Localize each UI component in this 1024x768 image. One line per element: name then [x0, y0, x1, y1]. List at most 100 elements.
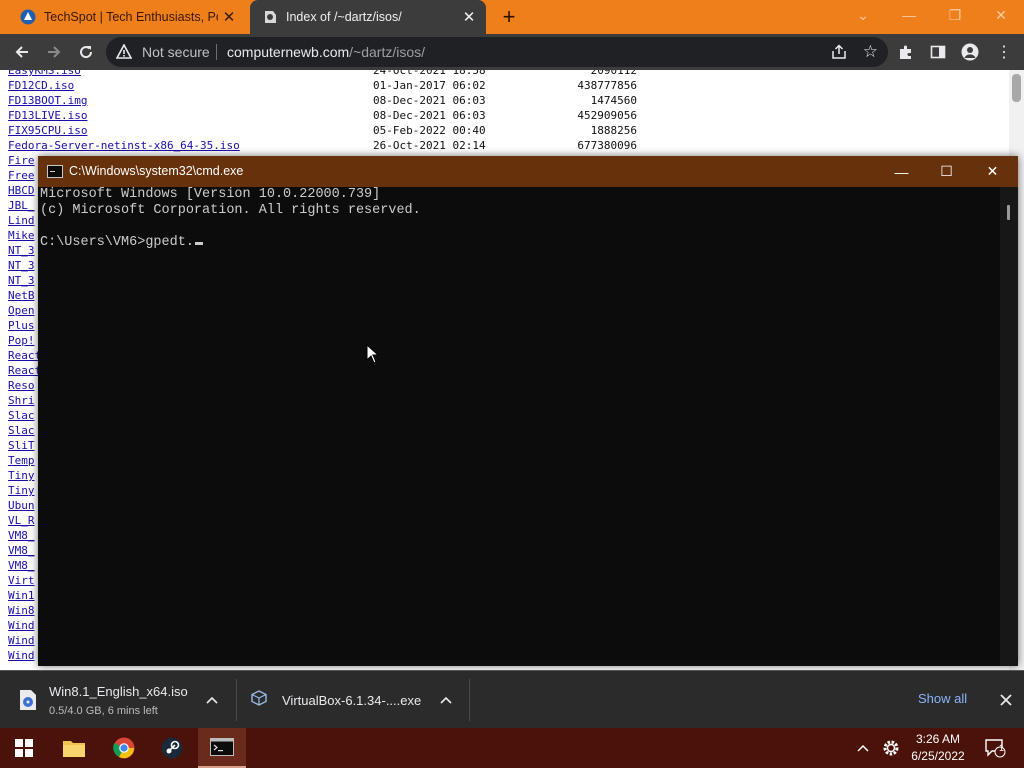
tab-index-of-isos[interactable]: Index of /~dartz/isos/ ✕ [250, 0, 486, 34]
file-link[interactable]: Plus [8, 319, 35, 332]
file-link[interactable]: FD12CD.iso [8, 79, 74, 92]
file-link[interactable]: Mike [8, 229, 35, 242]
back-arrow-icon[interactable] [8, 38, 36, 66]
file-link[interactable]: NT_3 [8, 244, 35, 257]
warning-icon[interactable] [115, 43, 133, 65]
settings-gear-icon[interactable] [876, 728, 906, 768]
file-link[interactable]: FD13LIVE.iso [8, 109, 87, 122]
chrome-menu-icon[interactable]: ⋮ [990, 38, 1018, 66]
close-window-icon[interactable]: ✕ [978, 0, 1024, 30]
file-link[interactable]: Wind [8, 619, 35, 632]
extensions-puzzle-icon[interactable] [892, 38, 920, 66]
show-all-link[interactable]: Show all [918, 691, 967, 706]
minimize-icon[interactable]: — [886, 0, 932, 30]
file-link[interactable]: Virt [8, 574, 35, 587]
close-downloads-icon[interactable] [996, 690, 1016, 710]
file-link[interactable]: Slac [8, 424, 35, 437]
tab-close-icon[interactable]: ✕ [218, 6, 240, 28]
cmd-close-icon[interactable]: ✕ [970, 156, 1015, 187]
address-bar[interactable]: Not secure computernewb.com/~dartz/isos/… [106, 37, 888, 67]
tab-search-chevron-icon[interactable]: ⌄ [840, 0, 886, 30]
listing-row: Win8 [8, 603, 35, 618]
scrollbar-thumb[interactable] [1012, 74, 1021, 102]
file-link[interactable]: Fedora-Server-netinst-x86_64-35.iso [8, 139, 240, 152]
file-link[interactable]: Win1 [8, 589, 35, 602]
bookmark-star-icon[interactable]: ☆ [863, 42, 878, 62]
download-filename: VirtualBox-6.1.34-....exe [282, 693, 422, 708]
listing-row: VM8_ [8, 528, 35, 543]
share-icon[interactable] [830, 43, 848, 66]
url-text[interactable]: computernewb.com/~dartz/isos/ [227, 44, 425, 60]
file-link[interactable]: Tiny [8, 469, 35, 482]
notifications-icon[interactable]: 1 [978, 728, 1012, 768]
listing-row: Pop! [8, 333, 35, 348]
restore-icon[interactable]: ❐ [932, 0, 978, 30]
computernewb-favicon-icon [262, 9, 278, 25]
file-link[interactable]: Pop! [8, 334, 35, 347]
cmd-window[interactable]: C:\Windows\system32\cmd.exe — ☐ ✕ Micros… [38, 156, 1018, 666]
tab-close-icon[interactable]: ✕ [458, 6, 480, 28]
file-link[interactable]: Wind [8, 634, 35, 647]
start-icon[interactable] [0, 728, 48, 768]
file-link[interactable]: Lind [8, 214, 35, 227]
file-link[interactable]: Temp [8, 454, 35, 467]
file-link[interactable]: VM8_ [8, 544, 35, 557]
listing-row: NetB [8, 288, 35, 303]
listing-row: EasyKMS.iso 24-Oct-2021 18:58 2090112 [8, 70, 637, 78]
file-link[interactable]: EasyKMS.iso [8, 70, 81, 77]
download-item-virtualbox[interactable]: VirtualBox-6.1.34-....exe [237, 671, 469, 729]
new-tab-plus-icon[interactable]: + [496, 4, 522, 29]
cmd-minimize-icon[interactable]: — [879, 156, 924, 187]
file-link[interactable]: React [8, 364, 41, 377]
file-link[interactable]: FIX95CPU.iso [8, 124, 87, 137]
file-link[interactable]: SliT [8, 439, 35, 452]
show-hidden-icons-chevron-icon[interactable] [848, 728, 878, 768]
url-host: computernewb.com [227, 44, 350, 60]
reload-icon[interactable] [72, 38, 100, 66]
file-link[interactable]: NT_3 [8, 274, 35, 287]
file-link[interactable]: Reso [8, 379, 35, 392]
chrome-icon[interactable] [100, 728, 148, 768]
cmd-title: C:\Windows\system32\cmd.exe [69, 164, 244, 178]
clock-time: 3:26 AM [915, 732, 961, 746]
system-clock[interactable]: 3:26 AM 6/25/2022 [906, 731, 970, 765]
chevron-up-icon[interactable] [202, 690, 222, 710]
listing-row: Virt [8, 573, 35, 588]
cmd-scrollbar[interactable] [1000, 187, 1018, 666]
file-link[interactable]: Ubun [8, 499, 35, 512]
file-link[interactable]: Fire [8, 154, 35, 167]
file-link[interactable]: Open [8, 304, 35, 317]
cmd-console[interactable]: Microsoft Windows [Version 10.0.22000.73… [38, 187, 1000, 666]
listing-row: VL_R [8, 513, 35, 528]
file-link[interactable]: React [8, 349, 41, 362]
file-link[interactable]: JBL_ [8, 199, 35, 212]
console-prompt-line[interactable]: C:\Users\VM6>gpedt. [40, 235, 1000, 251]
file-link[interactable]: HBCD [8, 184, 35, 197]
profile-avatar-icon[interactable] [956, 38, 984, 66]
tab-techspot[interactable]: TechSpot | Tech Enthusiasts, Pow ✕ [8, 0, 246, 34]
download-item-win81[interactable]: Win8.1_English_x64.iso 0.5/4.0 GB, 6 min… [0, 671, 236, 729]
cmd-maximize-icon[interactable]: ☐ [924, 156, 969, 187]
side-panel-icon[interactable] [924, 38, 952, 66]
file-link[interactable]: Free [8, 169, 35, 182]
file-link[interactable]: Slac [8, 409, 35, 422]
cmd-titlebar[interactable]: C:\Windows\system32\cmd.exe — ☐ ✕ [38, 156, 1018, 187]
cmd-taskbar-icon[interactable] [198, 728, 246, 768]
file-link[interactable]: Tiny [8, 484, 35, 497]
file-link[interactable]: NT_3 [8, 259, 35, 272]
file-link[interactable]: NetB [8, 289, 35, 302]
file-link[interactable]: VM8_ [8, 559, 35, 572]
file-link[interactable]: Win8 [8, 604, 35, 617]
file-size: 1888256 [590, 124, 637, 137]
file-link[interactable]: Shri [8, 394, 35, 407]
cmd-scrollbar-thumb[interactable] [1007, 205, 1010, 220]
file-link[interactable]: FD13BOOT.img [8, 94, 87, 107]
file-explorer-icon[interactable] [50, 728, 98, 768]
chevron-up-icon[interactable] [436, 690, 456, 710]
file-link[interactable]: VM8_ [8, 529, 35, 542]
listing-row: Tiny [8, 468, 35, 483]
file-link[interactable]: VL_R [8, 514, 35, 527]
steam-icon[interactable] [148, 728, 196, 768]
forward-arrow-icon[interactable] [40, 38, 68, 66]
file-link[interactable]: Wind [8, 649, 35, 662]
